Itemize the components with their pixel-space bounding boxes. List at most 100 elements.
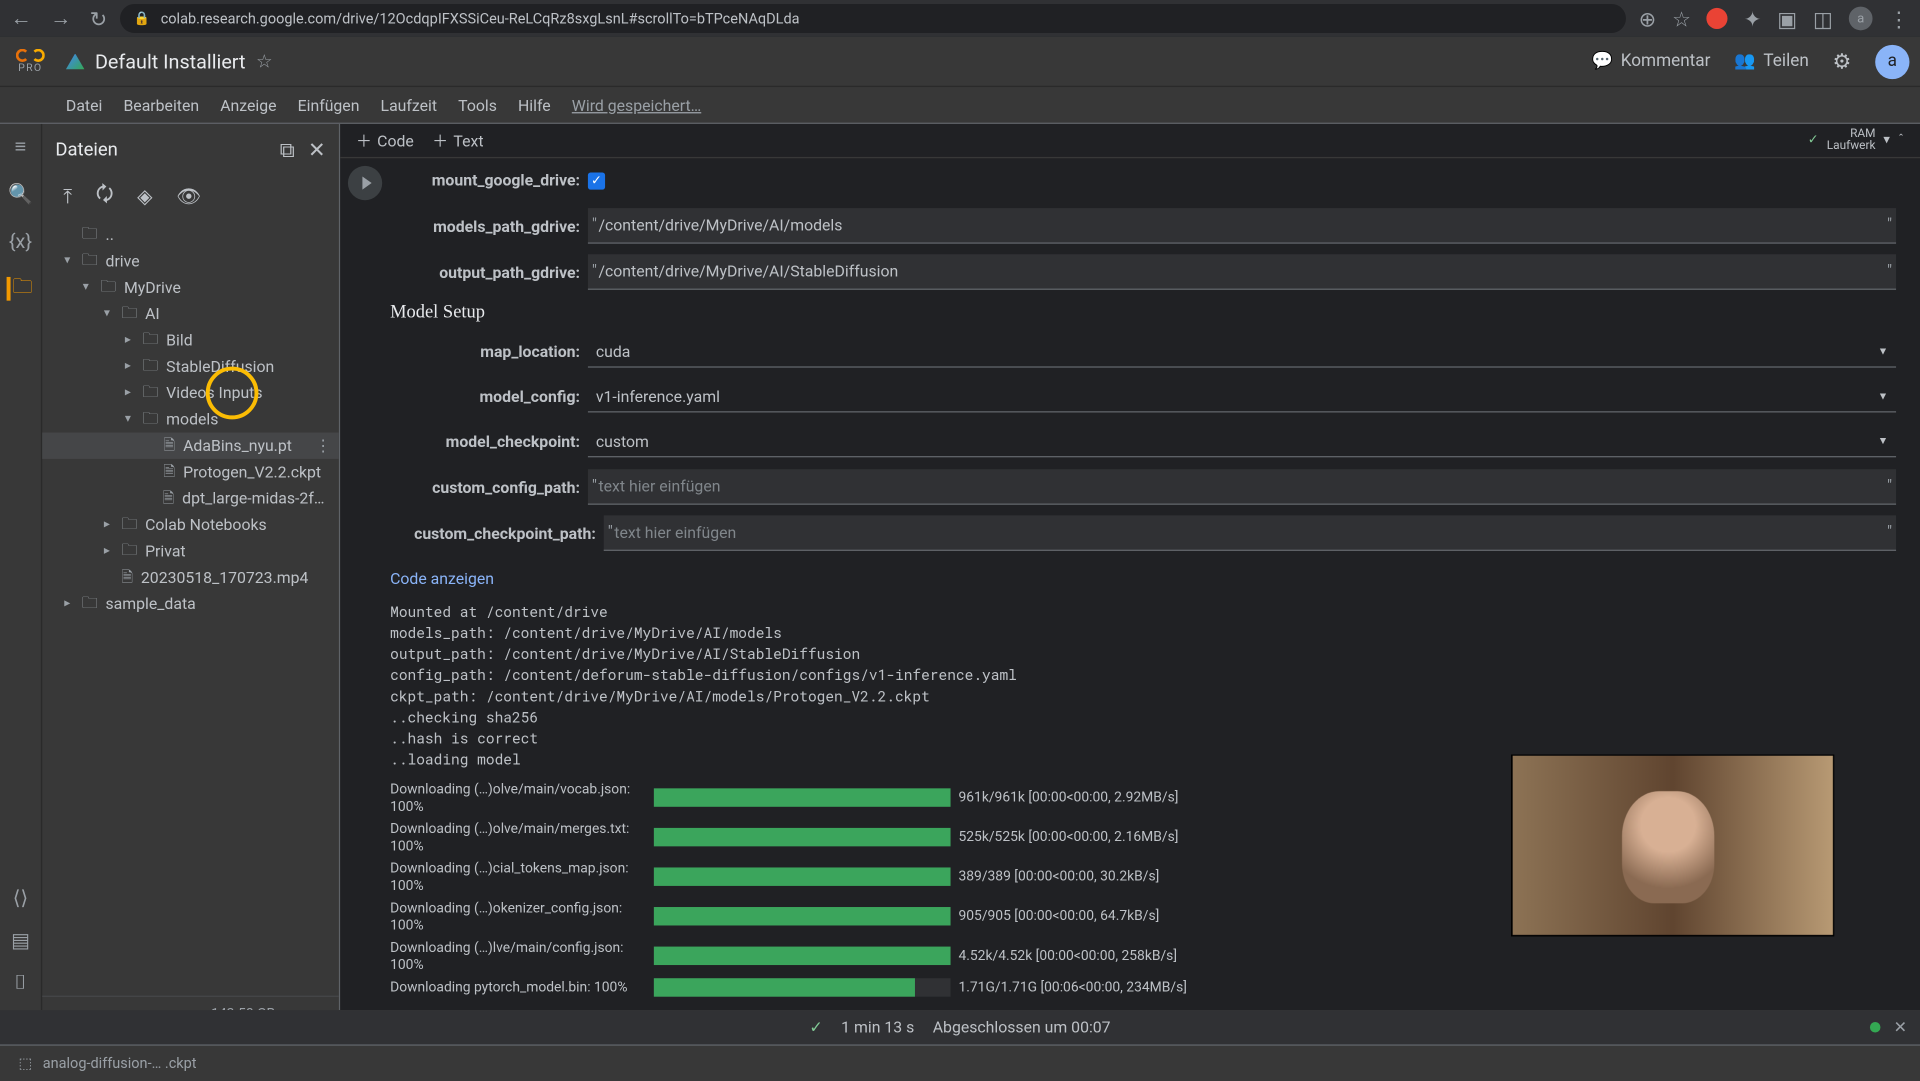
progress-bar [654,946,951,964]
terminal-icon[interactable]: ⌷ [9,971,33,995]
map-location-select[interactable]: cuda▼ [588,337,1896,367]
runtime-resources[interactable]: RAM Laufwerk [1827,129,1876,153]
browser-menu-icon[interactable]: ⋮ [1888,6,1909,31]
search-icon[interactable]: 🔍 [9,182,33,206]
chevron-down-icon: ▼ [1878,435,1888,447]
tree-file[interactable]: 🗎20230518_170723.mp4 [42,564,339,590]
param-label: custom_checkpoint_path: [390,524,604,542]
menu-laufzeit[interactable]: Laufzeit [381,96,437,114]
extensions-icon[interactable]: ✦ [1744,6,1762,31]
menu-anzeige[interactable]: Anzeige [220,96,276,114]
tree-item[interactable]: ▸🗀StableDiffusion [42,353,339,379]
connected-dot [1870,1022,1881,1033]
gear-icon[interactable]: ⚙ [1833,49,1852,74]
status-completed: Abgeschlossen um 00:07 [933,1018,1111,1036]
media-icon[interactable]: ▣ [1777,6,1797,31]
section-heading: Model Setup [390,303,1896,324]
downloads-shelf: ⬚ analog-diffusion-… .ckpt [0,1044,1920,1081]
files-panel-title: Dateien [55,140,117,161]
tree-item[interactable]: ▸🗀sample_data [42,591,339,617]
sidepanel-icon[interactable]: ◫ [1813,6,1833,31]
nav-back-icon[interactable]: ← [11,5,32,31]
menu-hilfe[interactable]: Hilfe [518,96,551,114]
close-panel-icon[interactable]: ✕ [308,137,326,163]
tree-item[interactable]: ▾🗀models [42,406,339,432]
add-code-button[interactable]: ＋Code [356,129,414,151]
tree-file[interactable]: 🗎dpt_large-midas-2f21… [42,485,339,511]
drive-icon [66,53,84,69]
share-button[interactable]: 👥Teilen [1734,51,1809,71]
mount-drive-checkbox[interactable]: ✓ [588,172,605,189]
download-stats: 4.52k/4.52k [00:00<00:00, 258kB/s] [959,947,1178,964]
colab-logo[interactable]: PRO [8,39,53,84]
profile-avatar[interactable]: a [1849,7,1873,31]
download-label: Downloading (…)okenizer_config.json: 100… [390,899,646,933]
menu-datei[interactable]: Datei [66,96,102,114]
files-tab-icon[interactable]: 🗀 [7,277,31,301]
star-icon[interactable]: ☆ [256,51,273,72]
address-bar[interactable]: 🔒 colab.research.google.com/drive/12Ocdq… [121,4,1626,33]
extension-badge[interactable] [1707,8,1728,29]
code-snippets-icon[interactable]: ⟨⟩ [9,886,33,910]
upload-icon[interactable]: ⤒ [63,185,72,209]
download-label: Downloading pytorch_model.bin: 100% [390,978,646,995]
files-panel: Dateien ⧉ ✕ ⤒ 🗘 ◈ 👁 🗀.. ▾🗀drive ▾🗀MyDriv… [42,124,340,1047]
file-tree: 🗀.. ▾🗀drive ▾🗀MyDrive ▾🗀AI ▸🗀Bild ▸🗀Stab… [42,216,339,995]
models-path-input[interactable]: "/content/drive/MyDrive/AI/models" [588,208,1896,244]
tree-item[interactable]: ▾🗀MyDrive [42,274,339,300]
variables-icon[interactable]: {x} [9,229,33,253]
param-label: mount_google_drive: [390,171,588,189]
param-label: map_location: [390,343,588,361]
runtime-dropdown-icon[interactable]: ▾ [1883,133,1890,148]
new-window-icon[interactable]: ⧉ [280,137,295,163]
tree-item[interactable]: ▸🗀Videos Inputs [42,380,339,406]
tree-item[interactable]: ▾🗀drive [42,248,339,274]
file-more-icon[interactable]: ⋮ [315,436,331,454]
status-check-icon: ✓ [809,1018,822,1036]
menu-einfuegen[interactable]: Einfügen [298,96,360,114]
nav-forward-icon[interactable]: → [50,5,71,31]
mount-drive-icon[interactable]: ◈ [137,185,152,209]
tree-item[interactable]: ▸🗀Colab Notebooks [42,512,339,538]
tree-item[interactable]: ▸🗀Privat [42,538,339,564]
param-label: models_path_gdrive: [390,217,588,235]
download-filename[interactable]: analog-diffusion-… .ckpt [43,1055,197,1072]
run-cell-button[interactable] [348,166,382,200]
tree-file[interactable]: 🗎Protogen_V2.2.ckpt [42,459,339,485]
toggle-hidden-icon[interactable]: 👁 [176,185,201,209]
toc-icon[interactable]: ≡ [9,135,33,159]
collapse-icon[interactable]: ˆ [1898,133,1904,148]
download-file-icon[interactable]: ⬚ [18,1055,32,1072]
download-stats: 389/389 [00:00<00:00, 30.2kB/s] [959,868,1160,885]
install-icon[interactable]: ⊕ [1639,6,1657,31]
show-code-link[interactable]: Code anzeigen [390,570,1896,588]
comment-button[interactable]: 💬Kommentar [1591,51,1710,71]
output-path-input[interactable]: "/content/drive/MyDrive/AI/StableDiffusi… [588,255,1896,291]
download-label: Downloading (…)olve/main/merges.txt: 100… [390,820,646,854]
tree-parent-dir[interactable]: 🗀.. [42,222,339,248]
runtime-connected-icon: ✓ [1808,133,1819,148]
download-label: Downloading (…)cial_tokens_map.json: 100… [390,859,646,893]
comment-icon: 💬 [1591,51,1612,71]
add-text-button[interactable]: ＋Text [432,129,483,151]
menu-tools[interactable]: Tools [458,96,497,114]
bookmark-star-icon[interactable]: ☆ [1672,6,1691,31]
command-palette-icon[interactable]: ▤ [9,928,33,952]
colab-header: PRO Default Installiert ☆ 💬Kommentar 👥Te… [0,37,1920,87]
tree-item[interactable]: ▾🗀AI [42,301,339,327]
tree-file[interactable]: 🗎AdaBins_nyu.pt⋮ [42,433,339,459]
custom-config-input[interactable]: "text hier einfügen" [588,469,1896,505]
status-close-icon[interactable]: ✕ [1894,1018,1907,1036]
model-config-select[interactable]: v1-inference.yaml▼ [588,382,1896,412]
share-icon: 👥 [1734,51,1755,71]
progress-bar [654,788,951,806]
param-label: model_config: [390,388,588,406]
notebook-title[interactable]: Default Installiert [95,49,246,73]
menu-bearbeiten[interactable]: Bearbeiten [123,96,199,114]
custom-checkpoint-input[interactable]: "text hier einfügen" [604,516,1896,552]
refresh-icon[interactable]: 🗘 [96,180,114,213]
nav-reload-icon[interactable]: ↻ [90,6,108,31]
model-checkpoint-select[interactable]: custom▼ [588,427,1896,457]
account-avatar[interactable]: a [1875,44,1909,78]
tree-item[interactable]: ▸🗀Bild [42,327,339,353]
